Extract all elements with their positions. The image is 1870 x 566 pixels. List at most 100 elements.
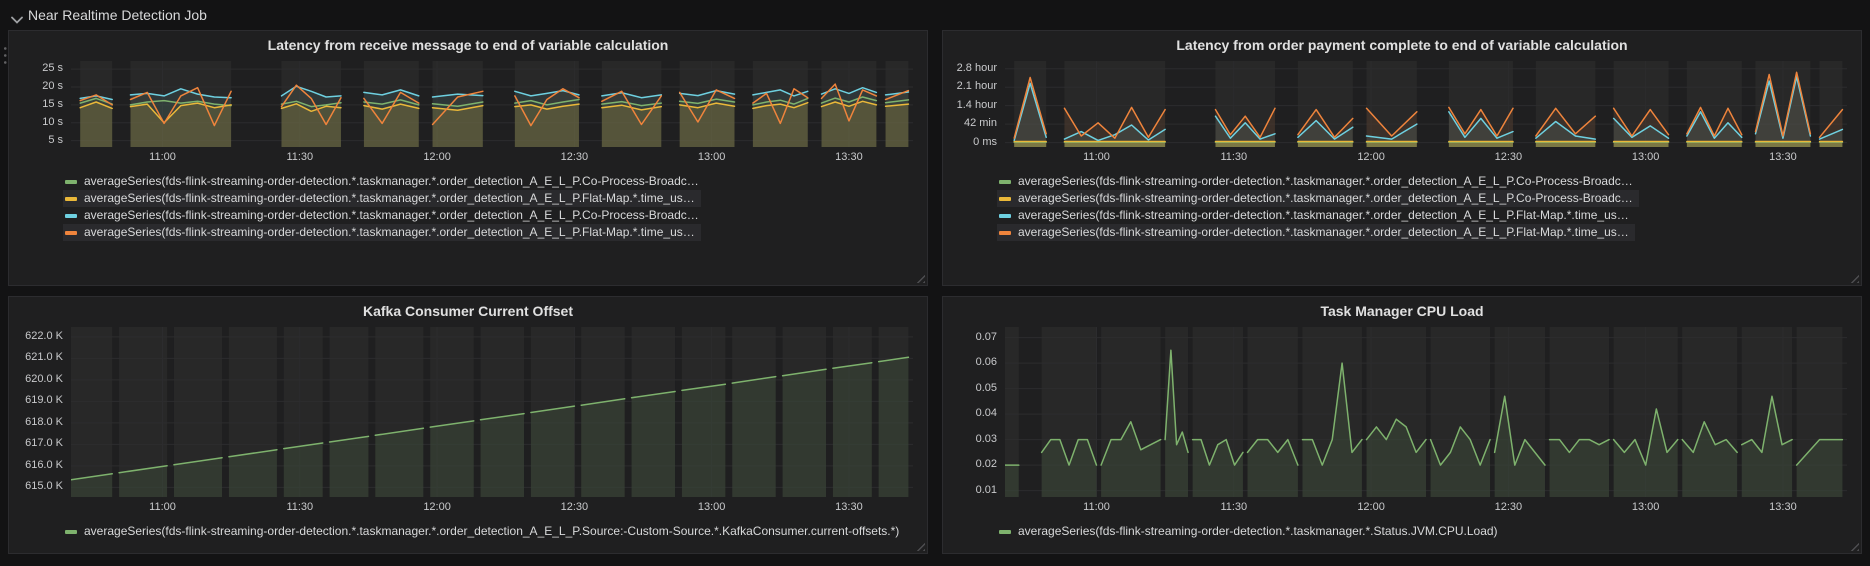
x-tick-label: 12:30 — [561, 151, 589, 163]
x-tick-label: 12:30 — [561, 501, 589, 513]
y-tick-label: 10 s — [9, 116, 63, 128]
y-tick-label: 15 s — [9, 98, 63, 110]
row-title: Near Realtime Detection Job — [28, 7, 207, 23]
y-tick-label: 1.4 hour — [943, 99, 997, 111]
legend-label: averageSeries(fds-flink-streaming-order-… — [1018, 524, 1498, 539]
x-tick-label: 11:30 — [286, 501, 313, 513]
legend-item[interactable]: averageSeries(fds-flink-streaming-order-… — [997, 523, 1504, 540]
x-tick-label: 13:30 — [1769, 151, 1797, 163]
x-tick-label: 11:00 — [1083, 151, 1110, 163]
y-tick-label: 0.05 — [943, 382, 997, 394]
y-tick-label: 42 min — [943, 117, 997, 129]
y-tick-label: 619.0 K — [9, 394, 63, 406]
chart-plot: 11:0011:3012:0012:3013:0013:30 — [71, 61, 913, 147]
series-color-swatch — [999, 197, 1011, 201]
y-tick-label: 0.06 — [943, 356, 997, 368]
panel-kafka-offset: Kafka Consumer Current Offset 622.0 K 621… — [8, 296, 928, 554]
x-tick-label: 12:00 — [1357, 151, 1385, 163]
legend: averageSeries(fds-flink-streaming-order-… — [63, 523, 917, 540]
series-color-swatch — [65, 214, 77, 218]
x-tick-label: 12:00 — [423, 151, 451, 163]
legend-label: averageSeries(fds-flink-streaming-order-… — [1018, 174, 1633, 189]
x-tick-label: 11:00 — [149, 501, 176, 513]
y-tick-label: 0.02 — [943, 458, 997, 470]
panel-resize-handle[interactable] — [1849, 541, 1859, 551]
legend-label: averageSeries(fds-flink-streaming-order-… — [84, 191, 695, 206]
chevron-down-icon — [11, 11, 23, 19]
panel-resize-handle[interactable] — [1849, 273, 1859, 283]
legend-item[interactable]: averageSeries(fds-flink-streaming-order-… — [997, 173, 1639, 190]
series-color-swatch — [65, 197, 77, 201]
x-tick-label: 12:30 — [1495, 501, 1523, 513]
series-color-swatch — [999, 180, 1011, 184]
legend-label: averageSeries(fds-flink-streaming-order-… — [84, 225, 695, 240]
x-tick-label: 13:00 — [698, 501, 726, 513]
series-color-swatch — [65, 231, 77, 235]
panel-title[interactable]: Task Manager CPU Load — [943, 297, 1861, 323]
panel-resize-handle[interactable] — [915, 273, 925, 283]
x-tick-label: 11:30 — [1220, 501, 1247, 513]
y-tick-label: 25 s — [9, 62, 63, 74]
legend-item[interactable]: averageSeries(fds-flink-streaming-order-… — [997, 224, 1635, 241]
panel-latency-receive: Latency from receive message to end of v… — [8, 30, 928, 286]
legend-label: averageSeries(fds-flink-streaming-order-… — [1018, 225, 1629, 240]
legend-item[interactable]: averageSeries(fds-flink-streaming-order-… — [997, 207, 1635, 224]
y-tick-label: 617.0 K — [9, 437, 63, 449]
y-axis: 25 s 20 s 15 s 10 s 5 s — [9, 57, 63, 167]
x-tick-label: 12:00 — [1357, 501, 1385, 513]
legend-item[interactable]: averageSeries(fds-flink-streaming-order-… — [63, 190, 701, 207]
legend-label: averageSeries(fds-flink-streaming-order-… — [1018, 191, 1633, 206]
y-axis: 0.070.060.050.040.030.020.01 — [943, 323, 997, 517]
y-tick-label: 5 s — [9, 134, 63, 146]
series-color-swatch — [999, 231, 1011, 235]
x-tick-label: 11:30 — [286, 151, 313, 163]
series-color-swatch — [999, 214, 1011, 218]
series-color-swatch — [65, 530, 77, 534]
dashboard-grid: Latency from receive message to end of v… — [8, 30, 1862, 554]
x-tick-label: 12:00 — [423, 501, 451, 513]
x-tick-label: 13:00 — [1632, 151, 1660, 163]
x-tick-label: 11:00 — [1083, 501, 1110, 513]
y-tick-label: 20 s — [9, 80, 63, 92]
panel-title[interactable]: Kafka Consumer Current Offset — [9, 297, 927, 323]
y-tick-label: 616.0 K — [9, 459, 63, 471]
y-tick-label: 0.03 — [943, 433, 997, 445]
panel-title[interactable]: Latency from receive message to end of v… — [9, 31, 927, 57]
panel-cpu-load: Task Manager CPU Load 0.070.060.050.040.… — [942, 296, 1862, 554]
y-tick-label: 2.8 hour — [943, 62, 997, 74]
x-tick-label: 11:30 — [1220, 151, 1247, 163]
legend: averageSeries(fds-flink-streaming-order-… — [63, 173, 917, 241]
y-tick-label: 615.0 K — [9, 480, 63, 492]
legend-label: averageSeries(fds-flink-streaming-order-… — [84, 174, 699, 189]
x-tick-label: 13:00 — [698, 151, 726, 163]
y-tick-label: 618.0 K — [9, 416, 63, 428]
x-tick-label: 13:30 — [835, 501, 863, 513]
panel-resize-handle[interactable] — [915, 541, 925, 551]
x-tick-label: 13:00 — [1632, 501, 1660, 513]
y-tick-label: 621.0 K — [9, 351, 63, 363]
legend-label: averageSeries(fds-flink-streaming-order-… — [84, 208, 699, 223]
series-color-swatch — [65, 180, 77, 184]
legend-item[interactable]: averageSeries(fds-flink-streaming-order-… — [63, 173, 705, 190]
panel-latency-order-payment: Latency from order payment complete to e… — [942, 30, 1862, 286]
legend-label: averageSeries(fds-flink-streaming-order-… — [84, 524, 899, 539]
chart-plot: 11:0011:3012:0012:3013:0013:30 — [1005, 327, 1847, 497]
panel-title[interactable]: Latency from order payment complete to e… — [943, 31, 1861, 57]
chart-plot: 11:0011:3012:0012:3013:0013:30 — [1005, 61, 1847, 147]
y-tick-label: 622.0 K — [9, 330, 63, 342]
y-tick-label: 0 ms — [943, 136, 997, 148]
y-axis: 2.8 hour 2.1 hour 1.4 hour 42 min 0 ms — [943, 57, 997, 167]
legend-item[interactable]: averageSeries(fds-flink-streaming-order-… — [63, 523, 905, 540]
dashboard-row-header[interactable]: Near Realtime Detection Job — [0, 0, 1870, 30]
legend-item[interactable]: averageSeries(fds-flink-streaming-order-… — [63, 207, 705, 224]
x-tick-label: 13:30 — [835, 151, 863, 163]
legend-item[interactable]: averageSeries(fds-flink-streaming-order-… — [997, 190, 1639, 207]
y-tick-label: 2.1 hour — [943, 80, 997, 92]
y-tick-label: 0.01 — [943, 484, 997, 496]
x-tick-label: 13:30 — [1769, 501, 1797, 513]
y-axis: 622.0 K621.0 K620.0 K619.0 K618.0 K617.0… — [9, 323, 63, 517]
x-tick-label: 12:30 — [1495, 151, 1523, 163]
chart-plot: 11:0011:3012:0012:3013:0013:30 — [71, 327, 913, 497]
legend-item[interactable]: averageSeries(fds-flink-streaming-order-… — [63, 224, 701, 241]
y-tick-label: 0.04 — [943, 407, 997, 419]
